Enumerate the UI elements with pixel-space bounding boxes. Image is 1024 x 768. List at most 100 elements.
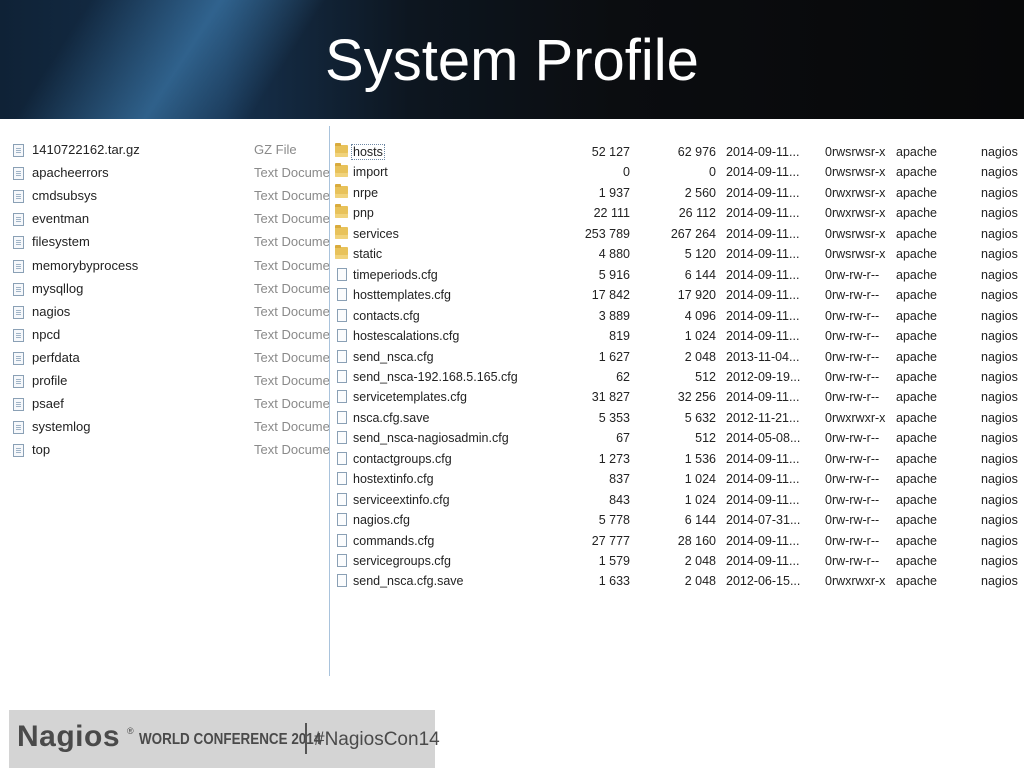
file-icon [337,410,347,424]
table-row[interactable]: nrpe 1 937 2 560 2014-09-11... 0rwxrwsr-x apa… [331,183,1024,204]
table-row[interactable]: hostextinfo.cfg 837 1 024 2014-09-11... 0rw-… [331,469,1024,490]
entry-group: nagios [981,226,1018,241]
entry-owner: apache [896,165,938,180]
entry-name: nsca.cfg.save [353,410,430,425]
table-row[interactable]: import 0 0 2014-09-11... 0rwsrwsr-x apache nag… [331,162,1024,183]
file-list-item[interactable]: memorybyprocess Text Document [0,256,330,279]
file-list-item[interactable]: mysqllog Text Document [0,279,330,302]
entry-attributes: 0rw-rw-r-- [825,349,880,364]
table-row[interactable]: servicetemplates.cfg 31 827 32 256 2014-09-… [331,387,1024,408]
table-row[interactable]: send_nsca.cfg.save 1 633 2 048 2012-06-15..… [331,571,1024,592]
entry-name: hostescalations.cfg [353,329,460,344]
entry-size: 0 [623,165,630,180]
file-name: apacheerrors [32,165,109,181]
file-name: cmdsubsys [32,188,98,204]
file-list-item[interactable]: systemlog Text Document [0,417,330,440]
entry-name: serviceextinfo.cfg [353,492,450,507]
table-row[interactable]: timeperiods.cfg 5 916 6 144 2014-09-11... 0r… [331,265,1024,286]
entry-size: 27 777 [591,533,630,548]
entry-packed-size: 0 [709,165,716,180]
entry-owner: apache [896,308,938,323]
entry-group: nagios [981,308,1018,323]
entry-owner: apache [896,574,938,589]
entry-group: nagios [981,247,1018,262]
entry-attributes: 0rw-rw-r-- [825,267,880,282]
entry-name: contactgroups.cfg [353,451,452,466]
entry-size: 1 937 [598,185,630,200]
file-name: filesystem [32,234,90,250]
entry-attributes: 0rwsrwsr-x [825,165,886,180]
entry-group: nagios [981,431,1018,446]
entry-owner: apache [896,451,938,466]
table-row[interactable]: send_nsca.cfg 1 627 2 048 2013-11-04... 0rw-… [331,347,1024,368]
entry-packed-size: 5 120 [684,247,716,262]
table-row[interactable]: nagios.cfg 5 778 6 144 2014-07-31... 0rw-rw-… [331,510,1024,531]
folder-icon [335,143,348,157]
file-list-item[interactable]: npcd Text Document [0,325,330,348]
entry-packed-size: 1 024 [684,492,716,507]
entry-attributes: 0rw-rw-r-- [825,390,880,405]
entry-packed-size: 1 024 [684,329,716,344]
table-row[interactable]: serviceextinfo.cfg 843 1 024 2014-09-11... 0… [331,490,1024,511]
entry-group: nagios [981,288,1018,303]
file-icon [337,472,347,486]
entry-name: send_nsca-192.168.5.165.cfg [353,369,518,384]
table-row[interactable]: commands.cfg 27 777 28 160 2014-09-11... 0rw… [331,531,1024,552]
entry-owner: apache [896,533,938,548]
table-row[interactable]: services 253 789 267 264 2014-09-11... 0rwsr… [331,224,1024,245]
table-row[interactable]: contacts.cfg 3 889 4 096 2014-09-11... 0rw-r… [331,306,1024,327]
document-icon [13,375,24,388]
table-row[interactable]: contactgroups.cfg 1 273 1 536 2014-09-11...… [331,449,1024,470]
document-icon [13,236,24,250]
file-list-item[interactable]: cmdsubsys Text Document [0,186,330,209]
slide-title: System Profile [325,28,699,93]
file-list-item[interactable]: 1410722162.tar.gz GZ File [0,140,330,163]
file-list-item[interactable]: perfdata Text Document [0,348,330,371]
entry-group: nagios [981,513,1018,528]
entry-packed-size: 2 048 [684,349,716,364]
table-row[interactable]: servicegroups.cfg 1 579 2 048 2014-09-11...… [331,551,1024,572]
file-name: systemlog [32,419,91,435]
entry-packed-size: 17 920 [677,288,716,303]
entry-size: 5 916 [598,267,630,282]
entry-attributes: 0rwxrwsr-x [825,206,886,221]
entry-name: send_nsca.cfg [353,349,434,364]
logo-separator [305,723,307,754]
file-icon [337,349,347,363]
entry-size: 253 789 [584,226,630,241]
table-row[interactable]: pnp 22 111 26 112 2014-09-11... 0rwxrwsr-x ap… [331,203,1024,224]
entry-modified: 2012-11-21... [726,410,800,425]
file-list-item[interactable]: profile Text Document [0,371,330,394]
pane-divider[interactable] [329,126,330,676]
document-icon [13,444,24,458]
entry-modified: 2014-05-08... [726,431,801,446]
entry-modified: 2014-09-11... [726,472,800,487]
archive-contents-list: hosts 52 127 62 976 2014-09-11... 0rwsrwsr-x… [331,142,1024,602]
entry-modified: 2014-09-11... [726,226,800,241]
entry-attributes: 0rwsrwsr-x [825,247,886,262]
entry-group: nagios [981,472,1018,487]
nagios-logo-text: Nagios [17,720,121,753]
entry-size: 843 [609,492,630,507]
table-row[interactable]: hosts 52 127 62 976 2014-09-11... 0rwsrwsr-x… [331,142,1024,163]
file-list-item[interactable]: filesystem Text Document [0,232,330,255]
table-row[interactable]: hostescalations.cfg 819 1 024 2014-09-11...… [331,326,1024,347]
table-row[interactable]: send_nsca-nagiosadmin.cfg 67 512 2014-05-08… [331,428,1024,449]
entry-modified: 2014-09-11... [726,185,800,200]
document-icon [13,213,24,227]
file-list-item[interactable]: apacheerrors Text Document [0,163,330,186]
file-list-item[interactable]: psaef Text Document [0,394,330,417]
table-row[interactable]: static 4 880 5 120 2014-09-11... 0rwsrwsr-x a… [331,244,1024,265]
file-list-item[interactable]: nagios Text Document [0,302,330,325]
file-list-item[interactable]: eventman Text Document [0,209,330,232]
file-name: nagios [32,303,71,319]
entry-packed-size: 1 024 [684,472,716,487]
entry-name: send_nsca-nagiosadmin.cfg [353,431,509,446]
table-row[interactable]: send_nsca-192.168.5.165.cfg 62 512 2012-09-… [331,367,1024,388]
table-row[interactable]: hosttemplates.cfg 17 842 17 920 2014-09-11.… [331,285,1024,306]
file-list-item[interactable]: top Text Document [0,440,330,463]
entry-packed-size: 62 976 [677,145,716,159]
entry-packed-size: 1 536 [684,451,716,466]
table-row[interactable]: nsca.cfg.save 5 353 5 632 2012-11-21... 0rwx… [331,408,1024,429]
entry-size: 5 778 [598,513,630,528]
